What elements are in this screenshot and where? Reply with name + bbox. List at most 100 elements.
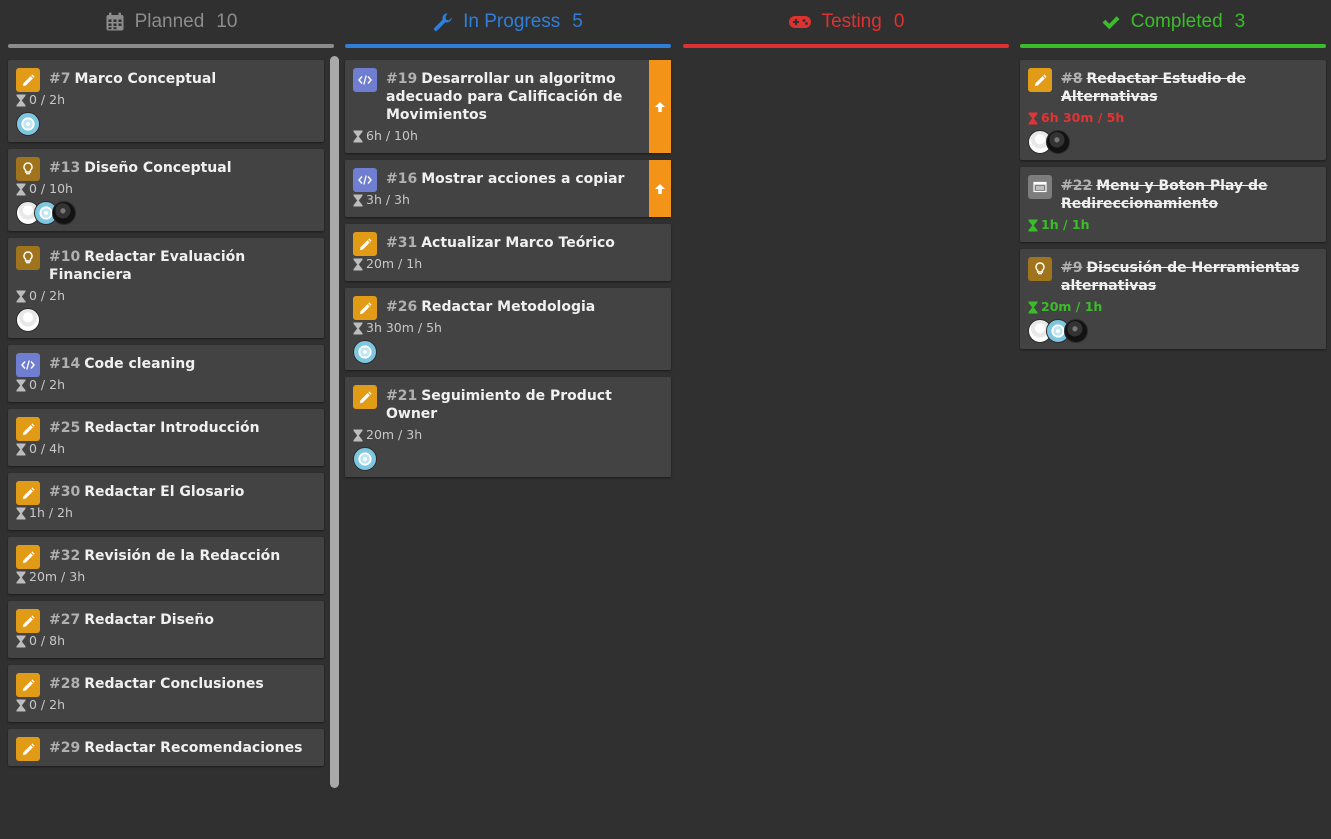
card-time-estimate: 1h / 1h	[1020, 213, 1326, 233]
task-card[interactable]: #32 Revisión de la Redacción 20m / 3h	[8, 537, 324, 594]
card-title-text: Redactar Diseño	[84, 612, 215, 628]
card-time-estimate: 6h / 10h	[345, 124, 649, 144]
check-icon	[1101, 13, 1121, 31]
time-value: 3h 30m / 5h	[366, 320, 442, 335]
time-value: 6h 30m / 5h	[1041, 110, 1125, 125]
card-time-estimate: 3h 30m / 5h	[345, 316, 671, 336]
pencil-icon	[16, 68, 40, 92]
avatar[interactable]	[353, 447, 377, 471]
time-value: 3h / 3h	[366, 192, 410, 207]
card-title: #8 Redactar Estudio de Alternativas	[1020, 60, 1326, 106]
task-card[interactable]: #22 Menu y Boton Play de Redireccionamien…	[1020, 167, 1326, 242]
task-card[interactable]: #8 Redactar Estudio de Alternativas 6h 30m…	[1020, 60, 1326, 160]
time-value: 20m / 3h	[366, 427, 423, 442]
assignee-avatars	[8, 197, 324, 225]
card-number: #28	[49, 676, 81, 692]
pencil-icon	[16, 417, 40, 441]
task-card[interactable]: #28 Redactar Conclusiones 0 / 2h	[8, 665, 324, 722]
task-card[interactable]: #13 Diseño Conceptual 0 / 10h	[8, 149, 324, 231]
code-icon	[353, 68, 377, 92]
lightbulb-icon	[1028, 257, 1052, 281]
avatar[interactable]	[1046, 130, 1070, 154]
card-time-estimate: 1h / 2h	[8, 501, 324, 521]
task-card[interactable]: #14 Code cleaning 0 / 2h	[8, 345, 324, 402]
hourglass-icon	[16, 183, 26, 196]
time-value: 1h / 2h	[29, 505, 73, 520]
column-header-in-progress[interactable]: In Progress 5	[345, 0, 671, 44]
column-bar	[683, 44, 1009, 48]
task-card[interactable]: #25 Redactar Introducción 0 / 4h	[8, 409, 324, 466]
card-title: #9 Discusión de Herramientas alternativas	[1020, 249, 1326, 295]
time-value: 20m / 1h	[1041, 299, 1103, 314]
card-list: #19 Desarrollar un algoritmo adecuado par…	[345, 60, 671, 477]
time-value: 20m / 3h	[29, 569, 86, 584]
card-title: #27 Redactar Diseño	[8, 601, 324, 629]
card-time-estimate: 0 / 10h	[8, 177, 324, 197]
card-time-estimate: 20m / 3h	[8, 565, 324, 585]
card-number: #21	[386, 388, 418, 404]
task-card[interactable]: #10 Redactar Evaluación Financiera 0 / 2h	[8, 238, 324, 338]
card-title-text: Redactar Estudio de Alternativas	[1061, 71, 1246, 105]
avatar[interactable]	[353, 340, 377, 364]
card-number: #27	[49, 612, 81, 628]
pencil-icon	[16, 673, 40, 697]
task-card[interactable]: #21 Seguimiento de Product Owner 20m / 3h	[345, 377, 671, 477]
task-card[interactable]: #29 Redactar Recomendaciones	[8, 729, 324, 766]
task-card[interactable]: #30 Redactar El Glosario 1h / 2h	[8, 473, 324, 530]
card-number: #16	[386, 171, 418, 187]
pencil-icon	[16, 545, 40, 569]
task-card[interactable]: #26 Redactar Metodologia 3h 30m / 5h	[345, 288, 671, 370]
pencil-icon	[353, 385, 377, 409]
avatar[interactable]	[1064, 319, 1088, 343]
hourglass-icon	[353, 130, 363, 143]
column-header-planned[interactable]: Planned 10	[8, 0, 334, 44]
card-title: #10 Redactar Evaluación Financiera	[8, 238, 324, 284]
pencil-icon	[353, 296, 377, 320]
hourglass-icon	[16, 699, 26, 712]
avatar[interactable]	[16, 112, 40, 136]
card-time-estimate: 0 / 4h	[8, 437, 324, 457]
column-header-completed[interactable]: Completed 3	[1020, 0, 1326, 44]
hourglass-icon	[16, 379, 26, 392]
card-title-text: Redactar Metodologia	[421, 299, 596, 315]
card-title-text: Diseño Conceptual	[84, 160, 232, 176]
card-title-text: Mostrar acciones a copiar	[421, 171, 625, 187]
task-card[interactable]: #27 Redactar Diseño 0 / 8h	[8, 601, 324, 658]
column-count: 3	[1234, 11, 1246, 32]
hourglass-icon	[16, 507, 26, 520]
card-title-text: Redactar Introducción	[84, 420, 260, 436]
assignee-avatars	[345, 443, 671, 471]
task-card[interactable]: #7 Marco Conceptual 0 / 2h	[8, 60, 324, 142]
task-card[interactable]: #31 Actualizar Marco Teórico 20m / 1h	[345, 224, 671, 281]
planned-scrollbar[interactable]	[330, 56, 339, 788]
hourglass-icon	[16, 635, 26, 648]
card-title-text: Actualizar Marco Teórico	[421, 235, 615, 251]
card-number: #31	[386, 235, 418, 251]
assignee-avatars	[345, 336, 671, 364]
hourglass-icon	[16, 443, 26, 456]
card-title: #32 Revisión de la Redacción	[8, 537, 324, 565]
column-count: 5	[572, 11, 583, 32]
card-title: #30 Redactar El Glosario	[8, 473, 324, 501]
card-time-estimate: 0 / 2h	[8, 284, 324, 304]
card-number: #19	[386, 71, 418, 87]
task-card[interactable]: #16 Mostrar acciones a copiar 3h / 3h	[345, 160, 671, 217]
avatar[interactable]	[52, 201, 76, 225]
pencil-icon	[16, 609, 40, 633]
column-header-testing[interactable]: Testing 0	[683, 0, 1009, 44]
card-title: #16 Mostrar acciones a copiar	[345, 160, 649, 188]
card-number: #26	[386, 299, 418, 315]
task-card[interactable]: #19 Desarrollar un algoritmo adecuado par…	[345, 60, 671, 153]
assignee-avatars	[1020, 315, 1326, 343]
time-value: 0 / 2h	[29, 92, 65, 107]
lightbulb-icon	[16, 246, 40, 270]
hourglass-icon	[353, 322, 363, 335]
gamepad-icon	[788, 14, 812, 30]
hourglass-icon	[1028, 219, 1038, 232]
task-card[interactable]: #9 Discusión de Herramientas alternativas…	[1020, 249, 1326, 349]
card-time-estimate: 0 / 2h	[8, 693, 324, 713]
pencil-icon	[1028, 68, 1052, 92]
avatar[interactable]	[16, 308, 40, 332]
card-time-estimate: 20m / 3h	[345, 423, 671, 443]
card-time-estimate: 0 / 8h	[8, 629, 324, 649]
